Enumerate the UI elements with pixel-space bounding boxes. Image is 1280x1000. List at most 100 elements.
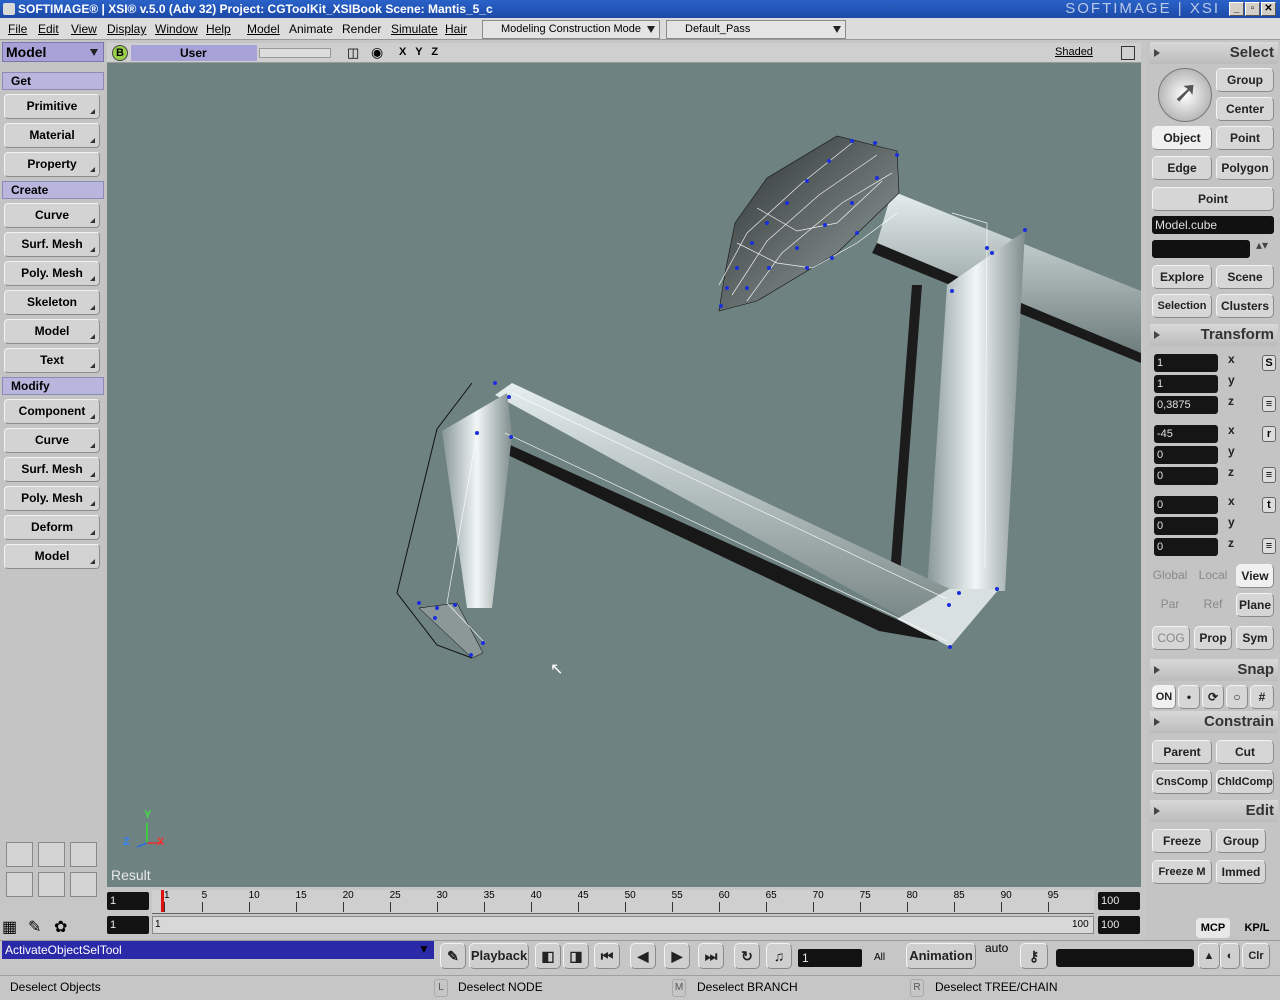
audio-icon[interactable]: ♫ (766, 943, 792, 969)
select-point-button[interactable]: Point (1216, 126, 1274, 150)
play-backward-icon[interactable]: ◀ (630, 943, 656, 969)
global-button[interactable]: Global (1150, 564, 1190, 588)
mode-dropdown[interactable]: Modeling Construction Mode (482, 20, 660, 39)
chldcomp-button[interactable]: ChldComp (1216, 770, 1274, 794)
prop-button[interactable]: Prop (1194, 626, 1232, 650)
modify-deform-button[interactable]: Deform (4, 515, 100, 540)
cnscomp-button[interactable]: CnsComp (1152, 770, 1212, 794)
modify-surf-mesh-button[interactable]: Surf. Mesh (4, 457, 100, 482)
snap-on-toggle[interactable]: ON (1152, 685, 1176, 709)
view-presets-strip[interactable] (259, 48, 331, 58)
select-polygon-button[interactable]: Polygon (1216, 156, 1274, 180)
snap-curve-icon[interactable]: ⟳ (1202, 685, 1224, 709)
rotate-x-field[interactable]: -45 (1154, 425, 1218, 443)
layout-grid-icon[interactable] (70, 842, 97, 867)
immed-button[interactable]: Immed (1216, 860, 1266, 884)
plane-button[interactable]: Plane (1236, 593, 1274, 617)
view-button[interactable]: View (1236, 564, 1274, 588)
layout-columns-icon[interactable] (38, 872, 65, 897)
menu-window[interactable]: Window (155, 22, 198, 36)
range-start-field[interactable]: 1 (107, 916, 149, 934)
palette-icon[interactable]: ✿ (54, 917, 67, 937)
create-text-button[interactable]: Text (4, 348, 100, 373)
scale-y-label[interactable]: y (1228, 373, 1242, 387)
create-surf-mesh-button[interactable]: Surf. Mesh (4, 232, 100, 257)
create-skeleton-button[interactable]: Skeleton (4, 290, 100, 315)
loop-icon[interactable]: ↻ (734, 943, 760, 969)
rotate-x-label[interactable]: x (1228, 423, 1242, 437)
menu-help[interactable]: Help (206, 22, 231, 36)
eye-icon[interactable]: ◉ (371, 44, 383, 61)
close-button[interactable]: ✕ (1261, 2, 1276, 16)
scale-x-field[interactable]: 1 (1154, 354, 1218, 372)
rotate-tool-button[interactable]: r (1262, 426, 1276, 442)
layout-left-stack-icon[interactable] (6, 872, 33, 897)
key-up-icon[interactable]: ▲ (1198, 943, 1220, 969)
pass-dropdown[interactable]: Default_Pass (666, 20, 846, 39)
maximize-viewport-icon[interactable] (1121, 46, 1135, 60)
script-editor-icon[interactable]: ✎ (440, 943, 466, 969)
camera-icon[interactable]: ◫ (347, 45, 359, 61)
viewport-badge[interactable]: B (112, 45, 128, 61)
prev-frame-icon[interactable]: ◧ (535, 943, 561, 969)
menu-display[interactable]: Display (107, 22, 146, 36)
clusters-button[interactable]: Clusters (1216, 294, 1274, 318)
select-tool-button[interactable]: ➚ (1158, 68, 1212, 122)
maximize-button[interactable]: ▫ (1245, 2, 1260, 16)
menu-view[interactable]: View (71, 22, 97, 36)
modify-component-button[interactable]: Component (4, 399, 100, 424)
menu-simulate[interactable]: Simulate (391, 22, 438, 36)
select-component-dropdown[interactable]: Point (1152, 187, 1274, 211)
scale-x-label[interactable]: x (1228, 352, 1242, 366)
translate-options-icon[interactable]: ≡ (1262, 538, 1276, 554)
mcp-tab[interactable]: MCP (1196, 918, 1230, 938)
auto-key-label[interactable]: auto (985, 941, 1008, 955)
layout-right-stack-icon[interactable] (70, 872, 97, 897)
menu-file[interactable]: File (8, 22, 27, 36)
select-object-button[interactable]: Object (1152, 126, 1212, 150)
command-dropdown-icon[interactable]: ▼ (418, 942, 430, 956)
edit-header[interactable]: Edit (1150, 800, 1278, 822)
explore-button[interactable]: Explore (1152, 265, 1212, 289)
translate-y-field[interactable]: 0 (1154, 517, 1218, 535)
get-material-button[interactable]: Material (4, 123, 100, 148)
create-model-button[interactable]: Model (4, 319, 100, 344)
go-start-icon[interactable]: ⏮ (594, 943, 620, 969)
translate-x-field[interactable]: 0 (1154, 496, 1218, 514)
scale-z-field[interactable]: 0,3875 (1154, 396, 1218, 414)
end-frame-field[interactable]: 100 (1098, 892, 1140, 910)
select-group-button[interactable]: Group (1216, 68, 1274, 92)
freeze-button[interactable]: Freeze (1152, 829, 1212, 853)
menu-edit[interactable]: Edit (38, 22, 59, 36)
select-header[interactable]: Select (1150, 42, 1278, 64)
modify-curve-button[interactable]: Curve (4, 428, 100, 453)
next-frame-icon[interactable]: ◨ (563, 943, 589, 969)
modify-model-button[interactable]: Model (4, 544, 100, 569)
menu-model[interactable]: Model (247, 22, 280, 36)
cog-button[interactable]: COG (1152, 626, 1190, 650)
selection-button[interactable]: Selection (1152, 294, 1212, 318)
layout-four-views-icon[interactable] (6, 842, 33, 867)
snap-grid-icon[interactable]: # (1250, 685, 1274, 709)
module-selector[interactable]: Model (2, 42, 104, 62)
range-end-field[interactable]: 100 (1098, 916, 1140, 934)
rotate-y-label[interactable]: y (1228, 444, 1242, 458)
edit-group-button[interactable]: Group (1216, 829, 1266, 853)
camera-dropdown[interactable]: User (131, 45, 257, 61)
command-field[interactable]: ActivateObjectSelTool (2, 941, 434, 959)
scale-z-label[interactable]: z (1228, 394, 1242, 408)
translate-tool-button[interactable]: t (1262, 497, 1276, 513)
go-end-icon[interactable]: ⏭ (698, 943, 724, 969)
clear-button[interactable]: Clr (1242, 943, 1270, 969)
translate-y-label[interactable]: y (1228, 515, 1242, 529)
scale-y-field[interactable]: 1 (1154, 375, 1218, 393)
snap-point-icon[interactable]: • (1178, 685, 1200, 709)
menu-hair[interactable]: Hair (445, 22, 467, 36)
translate-z-label[interactable]: z (1228, 536, 1242, 550)
get-property-button[interactable]: Property (4, 152, 100, 177)
axis-toggle[interactable]: X Y Z (399, 46, 441, 58)
minimize-button[interactable]: _ (1229, 2, 1244, 16)
parent-button[interactable]: Parent (1152, 740, 1212, 764)
brush-icon[interactable]: ✎ (28, 917, 41, 937)
rotate-z-label[interactable]: z (1228, 465, 1242, 479)
